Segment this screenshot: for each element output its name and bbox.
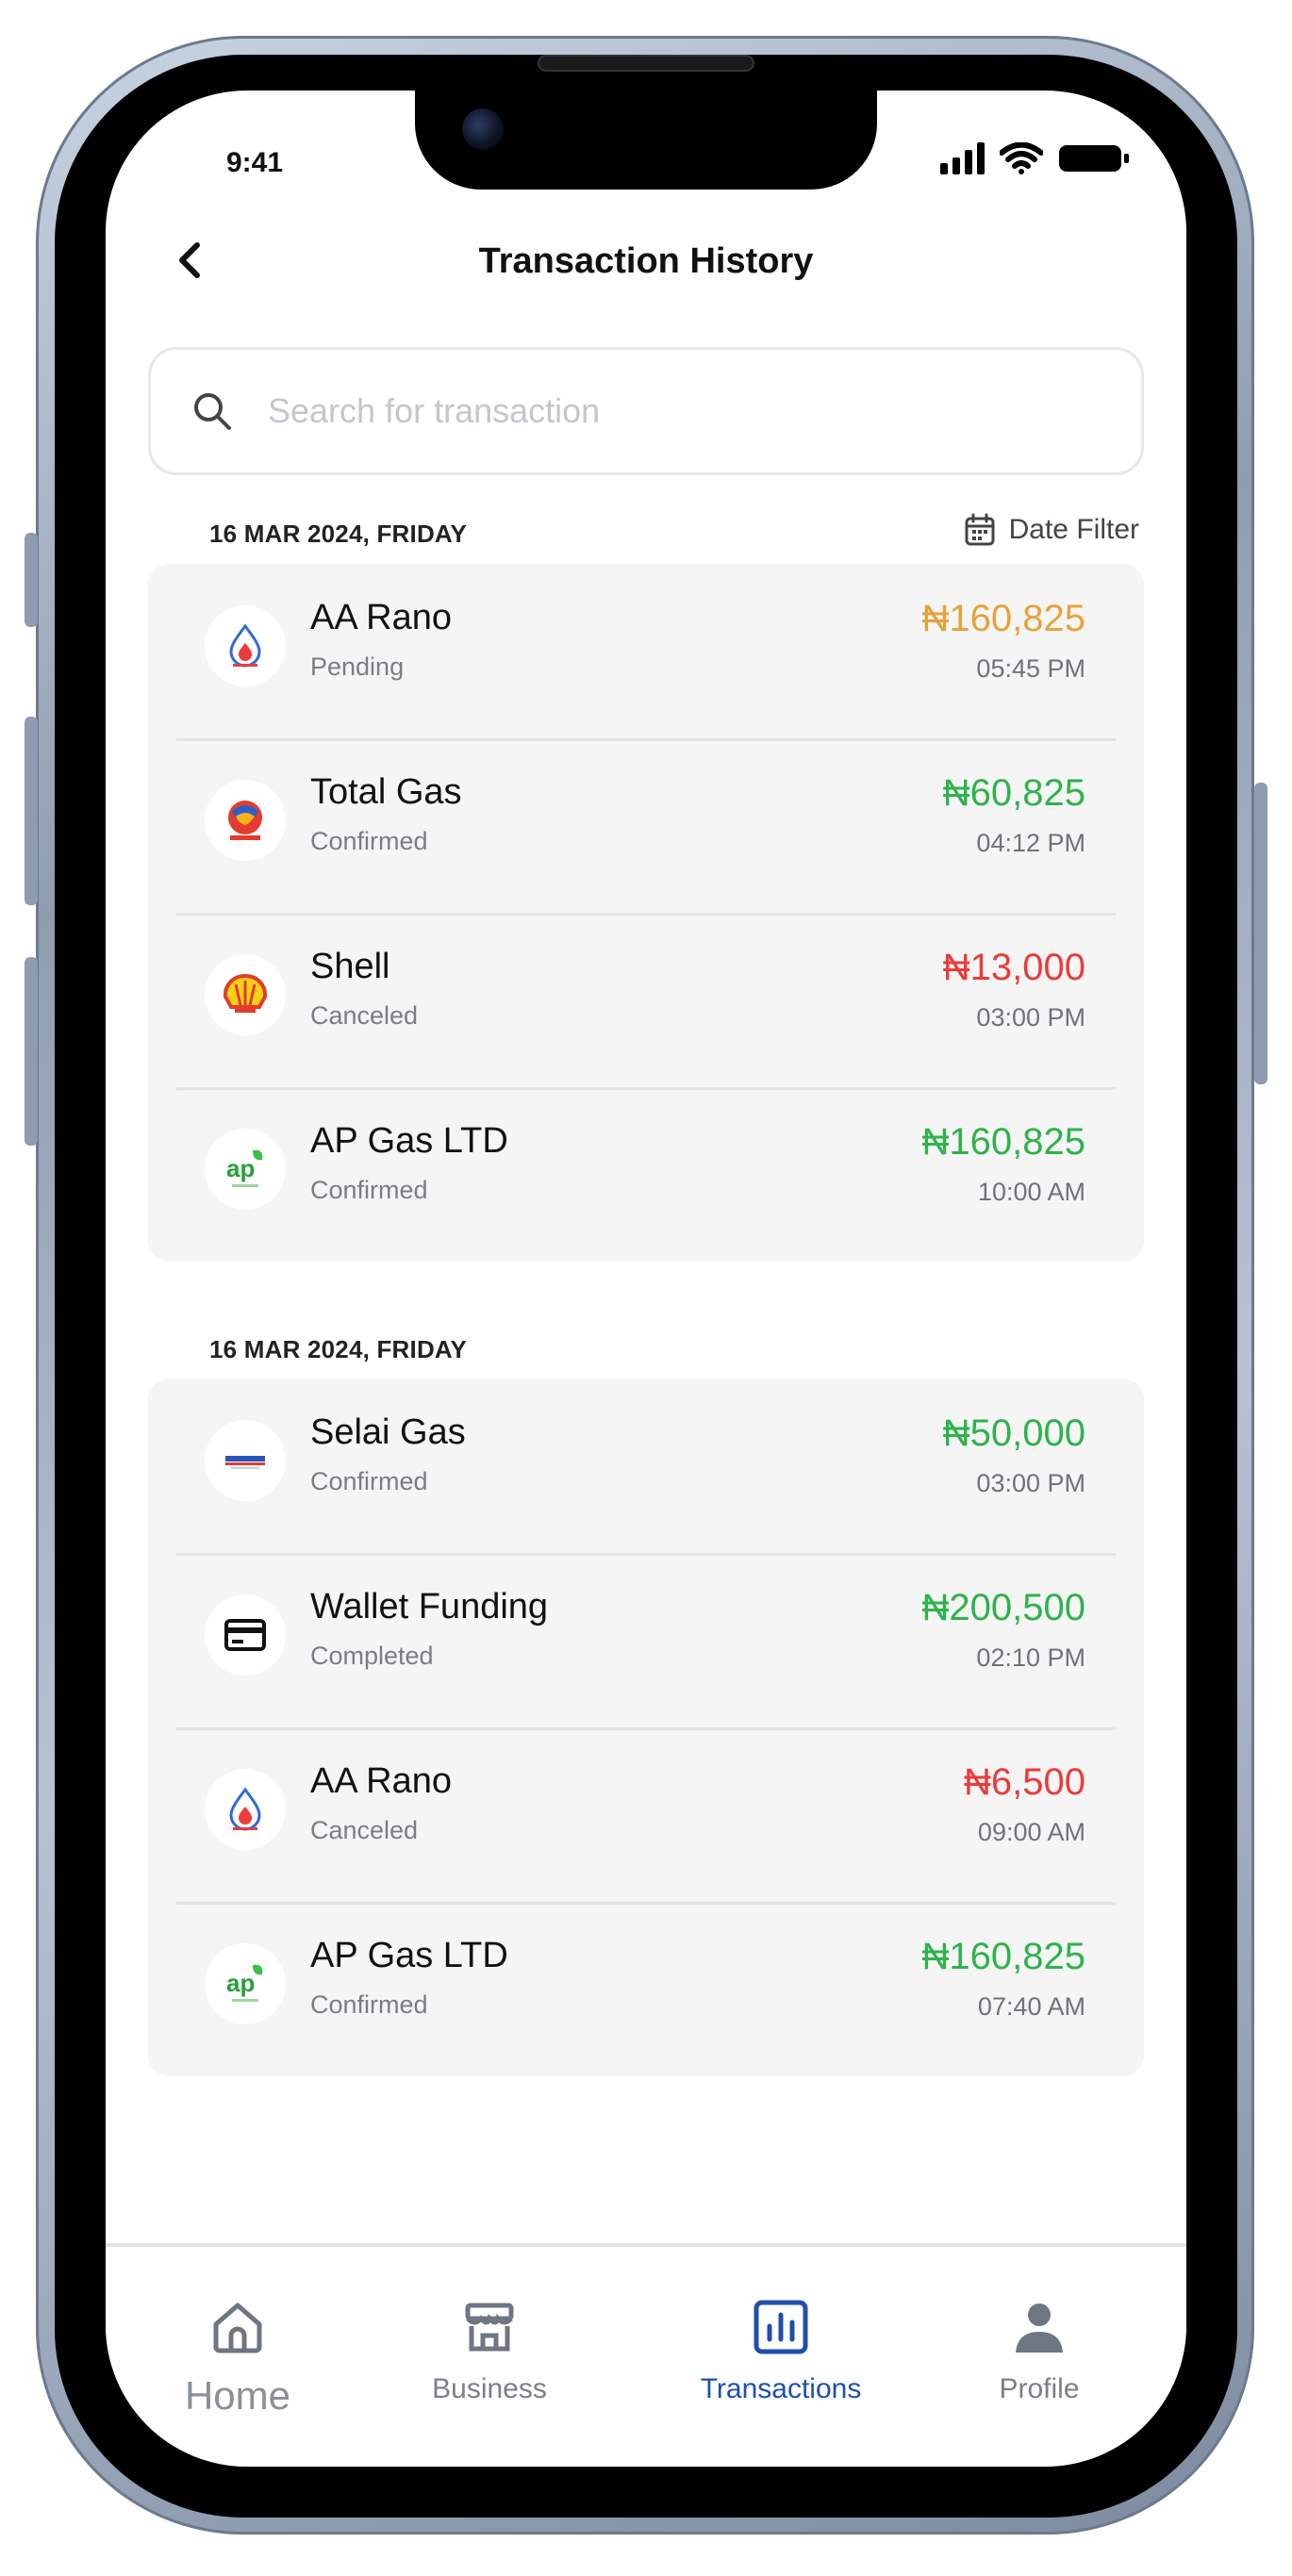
date-label: 16 MAR 2024, FRIDAY <box>209 520 468 548</box>
tab-label: Profile <box>999 2373 1080 2404</box>
transaction-group: AA Rano Pending ₦160,825 05:45 PM Total … <box>148 564 1144 1262</box>
signal-icon <box>940 142 985 174</box>
svg-text:ap: ap <box>226 1969 255 1997</box>
transaction-time: 03:00 PM <box>976 1003 1085 1032</box>
tab-transactions[interactable]: Transactions <box>677 2298 885 2405</box>
transaction-row[interactable]: ap AP Gas LTD Confirmed ₦160,825 10:00 A… <box>148 1087 1144 1262</box>
transaction-status: Pending <box>310 652 405 681</box>
transaction-status: Confirmed <box>310 1990 428 2019</box>
status-icons <box>940 142 1130 174</box>
status-time: 9:41 <box>226 147 284 178</box>
shell-logo <box>205 954 286 1035</box>
search-icon <box>194 393 231 430</box>
user-icon <box>1016 2304 1063 2353</box>
transaction-time: 02:10 PM <box>976 1643 1085 1672</box>
speaker-grille <box>538 55 754 72</box>
transaction-status: Confirmed <box>310 1176 428 1204</box>
total-logo <box>205 780 286 861</box>
transaction-time: 03:00 PM <box>976 1469 1085 1497</box>
transaction-amount: ₦13,000 <box>942 947 1085 988</box>
transaction-row[interactable]: AA Rano Pending ₦160,825 05:45 PM <box>148 564 1144 738</box>
battery-icon <box>1059 145 1129 172</box>
transaction-time: 05:45 PM <box>976 654 1085 683</box>
tab-label: Transactions <box>700 2373 862 2404</box>
merchant-name: AP Gas LTD <box>310 1121 508 1161</box>
front-camera <box>462 108 504 150</box>
merchant-name: AA Rano <box>310 598 452 637</box>
transaction-amount: ₦50,000 <box>942 1412 1085 1454</box>
svg-text:ap: ap <box>226 1154 255 1182</box>
store-icon <box>465 2303 514 2352</box>
ap-logo: ap <box>205 1943 286 2024</box>
tab-label: Home <box>184 2373 291 2418</box>
transaction-amount: ₦6,500 <box>964 1761 1085 1803</box>
aa-rano-logo <box>205 605 286 686</box>
merchant-name: AA Rano <box>310 1761 452 1801</box>
transaction-row[interactable]: Total Gas Confirmed ₦60,825 04:12 PM <box>148 738 1144 913</box>
transaction-row[interactable]: AA Rano Canceled ₦6,500 09:00 AM <box>148 1727 1144 1902</box>
transaction-row[interactable]: Wallet Funding Completed ₦200,500 02:10 … <box>148 1553 1144 1727</box>
transaction-row[interactable]: ap AP Gas LTD Confirmed ₦160,825 07:40 A… <box>148 1902 1144 2076</box>
bar-chart-icon <box>754 2300 808 2354</box>
ap-logo: ap <box>205 1129 286 1210</box>
volume-up-button <box>25 717 38 905</box>
wifi-icon <box>1000 142 1043 174</box>
search-input[interactable] <box>268 391 1079 431</box>
merchant-name: Shell <box>310 947 390 986</box>
tab-profile[interactable]: Profile <box>936 2298 1143 2405</box>
bottom-tab-bar: Home Business Transactions Profile <box>106 2243 1186 2467</box>
merchant-name: Wallet Funding <box>310 1587 549 1627</box>
transaction-group: Selai Gas Confirmed ₦50,000 03:00 PM Wal… <box>148 1379 1144 2076</box>
card-icon <box>205 1594 286 1676</box>
transaction-amount: ₦160,825 <box>921 598 1085 639</box>
search-bar[interactable] <box>148 347 1144 475</box>
calendar-icon <box>965 513 995 546</box>
home-icon <box>213 2303 262 2353</box>
volume-down-button <box>25 957 38 1146</box>
transaction-time: 07:40 AM <box>977 1992 1085 2021</box>
power-button <box>1254 783 1267 1084</box>
transaction-time: 09:00 AM <box>977 1818 1085 1846</box>
transaction-time: 10:00 AM <box>977 1178 1085 1206</box>
tab-business[interactable]: Business <box>386 2298 593 2405</box>
transaction-amount: ₦200,500 <box>921 1587 1085 1628</box>
selai-logo <box>205 1420 286 1501</box>
date-filter-label: Date Filter <box>1008 514 1139 545</box>
transaction-amount: ₦60,825 <box>942 772 1085 814</box>
transaction-status: Confirmed <box>310 827 428 855</box>
aa-rano-logo <box>205 1769 286 1850</box>
merchant-name: AP Gas LTD <box>310 1936 508 1975</box>
mute-switch <box>25 533 38 627</box>
tab-home[interactable]: Home <box>134 2298 341 2419</box>
transaction-time: 04:12 PM <box>976 829 1085 857</box>
tab-label: Business <box>432 2373 547 2404</box>
transaction-row[interactable]: Selai Gas Confirmed ₦50,000 03:00 PM <box>148 1379 1144 1553</box>
transaction-status: Canceled <box>310 1001 419 1030</box>
date-label: 16 MAR 2024, FRIDAY <box>209 1335 468 1363</box>
app-screen: 9:41 Transaction History 16 MAR 2024, FR… <box>106 91 1186 2467</box>
transaction-status: Confirmed <box>310 1467 428 1495</box>
transaction-amount: ₦160,825 <box>921 1936 1085 1977</box>
merchant-name: Total Gas <box>310 772 462 812</box>
transaction-status: Canceled <box>310 1816 419 1844</box>
transaction-row[interactable]: Shell Canceled ₦13,000 03:00 PM <box>148 913 1144 1087</box>
transaction-status: Completed <box>310 1642 434 1670</box>
transaction-amount: ₦160,825 <box>921 1121 1085 1163</box>
page-title: Transaction History <box>478 241 814 281</box>
date-filter-button[interactable]: Date Filter <box>964 513 1139 547</box>
merchant-name: Selai Gas <box>310 1412 466 1452</box>
